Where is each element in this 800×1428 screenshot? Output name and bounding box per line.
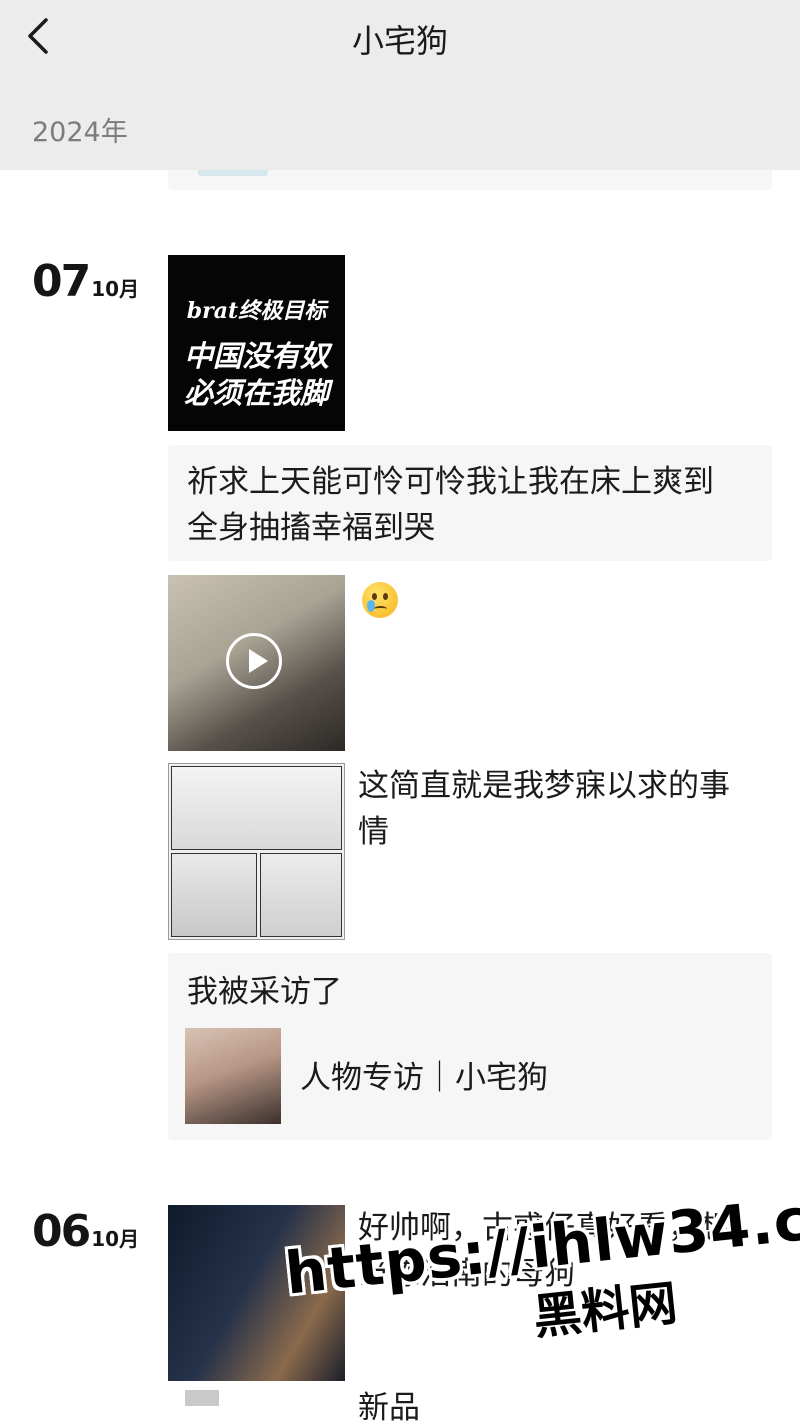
date-label: 06 10月 <box>32 1206 139 1257</box>
post-image-comic[interactable] <box>168 763 345 940</box>
date-day: 06 <box>32 1206 91 1257</box>
comic-panel <box>260 853 342 937</box>
date-day: 07 <box>32 256 91 307</box>
comic-panel <box>171 766 342 850</box>
holding-back-tears-emoji-icon <box>362 582 398 618</box>
post-image-poster[interactable]: brat终极目标 中国没有奴 必须在我脚 <box>168 255 345 431</box>
poster-text-line: 中国没有奴 <box>183 339 329 373</box>
post-image-thumbnail[interactable] <box>185 1390 219 1406</box>
post-caption-line: 这简直就是我梦寐以求的事 <box>358 768 730 804</box>
page-title: 小宅狗 <box>351 22 448 60</box>
link-title[interactable]: 人物专访｜小宅狗 <box>300 1055 548 1101</box>
post-text-line: 祈求上天能可怜可怜我让我在床上爽到 <box>187 464 714 500</box>
date-label: 07 10月 <box>32 256 139 307</box>
post-caption-line: 新品 <box>358 1390 420 1426</box>
poster-text-line: brat终极目标 <box>186 298 327 324</box>
post-text-line: 全身抽搐幸福到哭 <box>187 510 435 546</box>
year-label: 2024年 <box>32 117 128 148</box>
date-month: 10月 <box>91 277 140 301</box>
link-thumbnail <box>185 1028 281 1124</box>
play-icon[interactable] <box>226 633 282 689</box>
top-bar: 小宅狗 2024年 <box>0 0 800 170</box>
comic-panel <box>171 853 257 937</box>
post-caption-line: 情 <box>358 814 389 850</box>
date-month: 10月 <box>91 1227 140 1251</box>
video-thumbnail[interactable] <box>168 575 345 751</box>
link-post-text: 我被采访了 <box>187 974 342 1010</box>
poster-text-line: 必须在我脚 <box>183 376 329 410</box>
